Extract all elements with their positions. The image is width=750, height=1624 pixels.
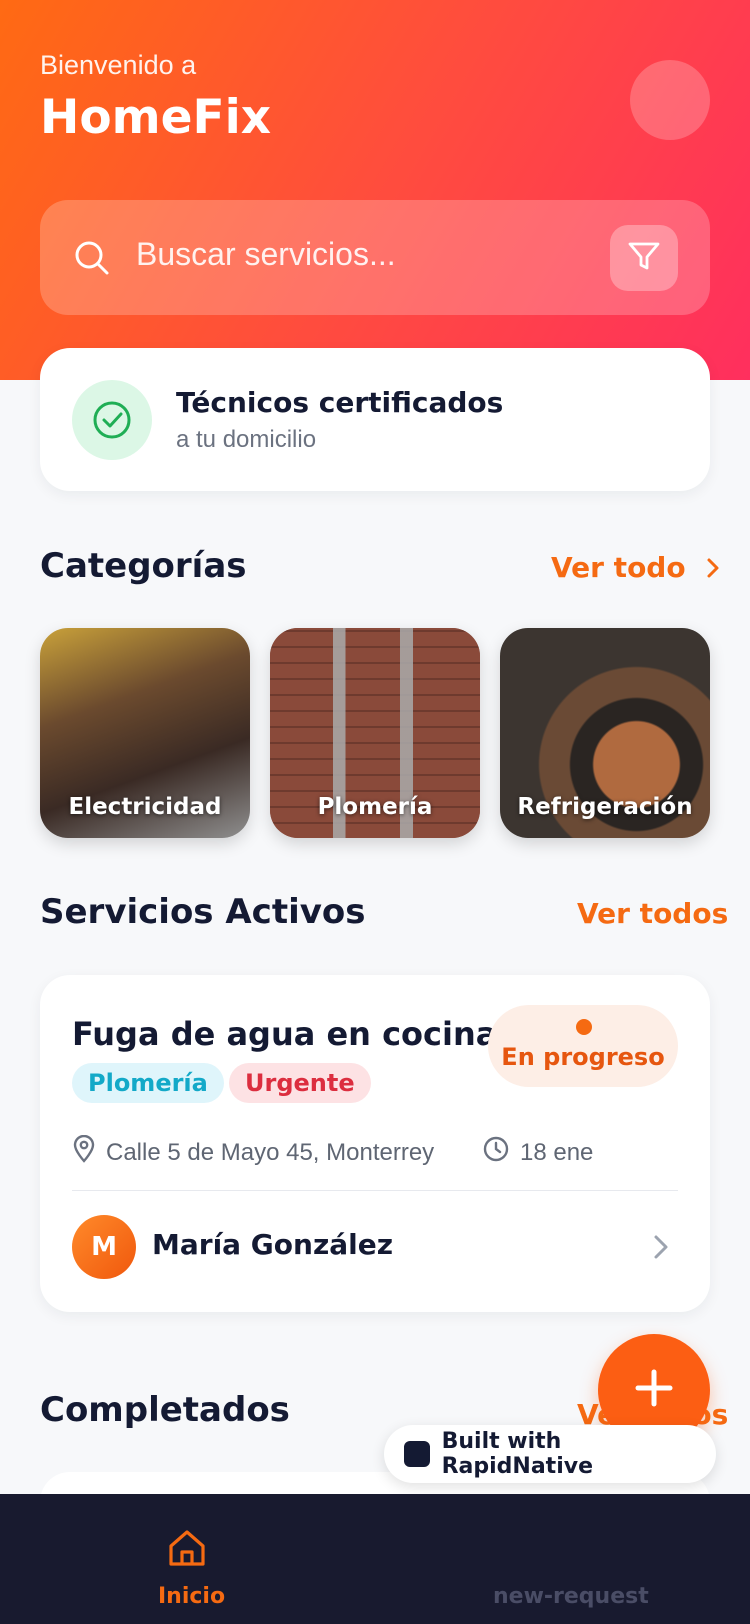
bottom-navigation: Inicio new-request [0, 1494, 750, 1624]
category-label: Plomería [317, 794, 433, 820]
card-divider [72, 1190, 678, 1191]
welcome-text: Bienvenido a [40, 50, 197, 80]
status-dot [576, 1019, 592, 1035]
technician-name: María González [152, 1228, 394, 1261]
search-icon [72, 238, 112, 278]
rapidnative-logo-icon [404, 1441, 430, 1467]
category-label: Electricidad [68, 794, 222, 820]
built-with-badge[interactable]: Built with RapidNative [384, 1425, 716, 1483]
active-services-title: Servicios Activos [40, 892, 366, 932]
status-badge: En progreso [488, 1005, 678, 1087]
category-card-plomeria[interactable]: Plomería [270, 628, 480, 838]
category-card-refrigeracion[interactable]: Refrigeración [500, 628, 710, 838]
profile-avatar[interactable] [630, 60, 710, 140]
certified-subtitle: a tu domicilio [176, 426, 317, 453]
categories-see-all-link[interactable]: Ver todo [551, 551, 721, 586]
chevron-right-icon[interactable] [652, 1233, 670, 1265]
certified-banner: Técnicos certificados a tu domicilio [40, 348, 710, 491]
category-card-electricidad[interactable]: Electricidad [40, 628, 250, 838]
check-circle-icon [72, 380, 152, 460]
categories-title: Categorías [40, 546, 247, 586]
status-text: En progreso [501, 1043, 665, 1071]
priority-tag: Urgente [229, 1063, 371, 1103]
active-services-see-all-link[interactable]: Ver todos [577, 897, 728, 930]
app-title: HomeFix [40, 90, 272, 145]
search-bar[interactable]: Buscar servicios... [40, 200, 710, 315]
certified-title: Técnicos certificados [176, 386, 504, 419]
nav-item-new-request[interactable]: new-request [493, 1584, 649, 1609]
search-input[interactable]: Buscar servicios... [136, 236, 396, 273]
clock-icon [482, 1135, 510, 1170]
completed-title: Completados [40, 1390, 290, 1430]
chevron-right-icon [705, 553, 721, 586]
plus-icon [632, 1366, 676, 1414]
location-pin-icon [72, 1134, 96, 1170]
active-service-card[interactable]: Fuga de agua en cocina En progreso Plome… [40, 975, 710, 1312]
address-text: Calle 5 de Mayo 45, Monterrey [106, 1138, 435, 1166]
filter-button[interactable] [610, 225, 678, 291]
service-title: Fuga de agua en cocina [72, 1015, 498, 1053]
built-with-text: Built with RapidNative [441, 1429, 593, 1479]
category-label: Refrigeración [517, 794, 693, 820]
category-tag: Plomería [72, 1063, 224, 1103]
technician-avatar: M [72, 1215, 136, 1279]
nav-item-home[interactable]: Inicio [158, 1584, 225, 1609]
categories-see-all-label: Ver todo [551, 551, 686, 584]
date-text: 18 ene [520, 1138, 594, 1166]
service-address: Calle 5 de Mayo 45, Monterrey [72, 1134, 435, 1170]
header-hero: Bienvenido a HomeFix Buscar servicios... [0, 0, 750, 380]
service-date: 18 ene [482, 1135, 593, 1170]
home-icon[interactable] [165, 1526, 209, 1574]
filter-icon [626, 238, 662, 278]
